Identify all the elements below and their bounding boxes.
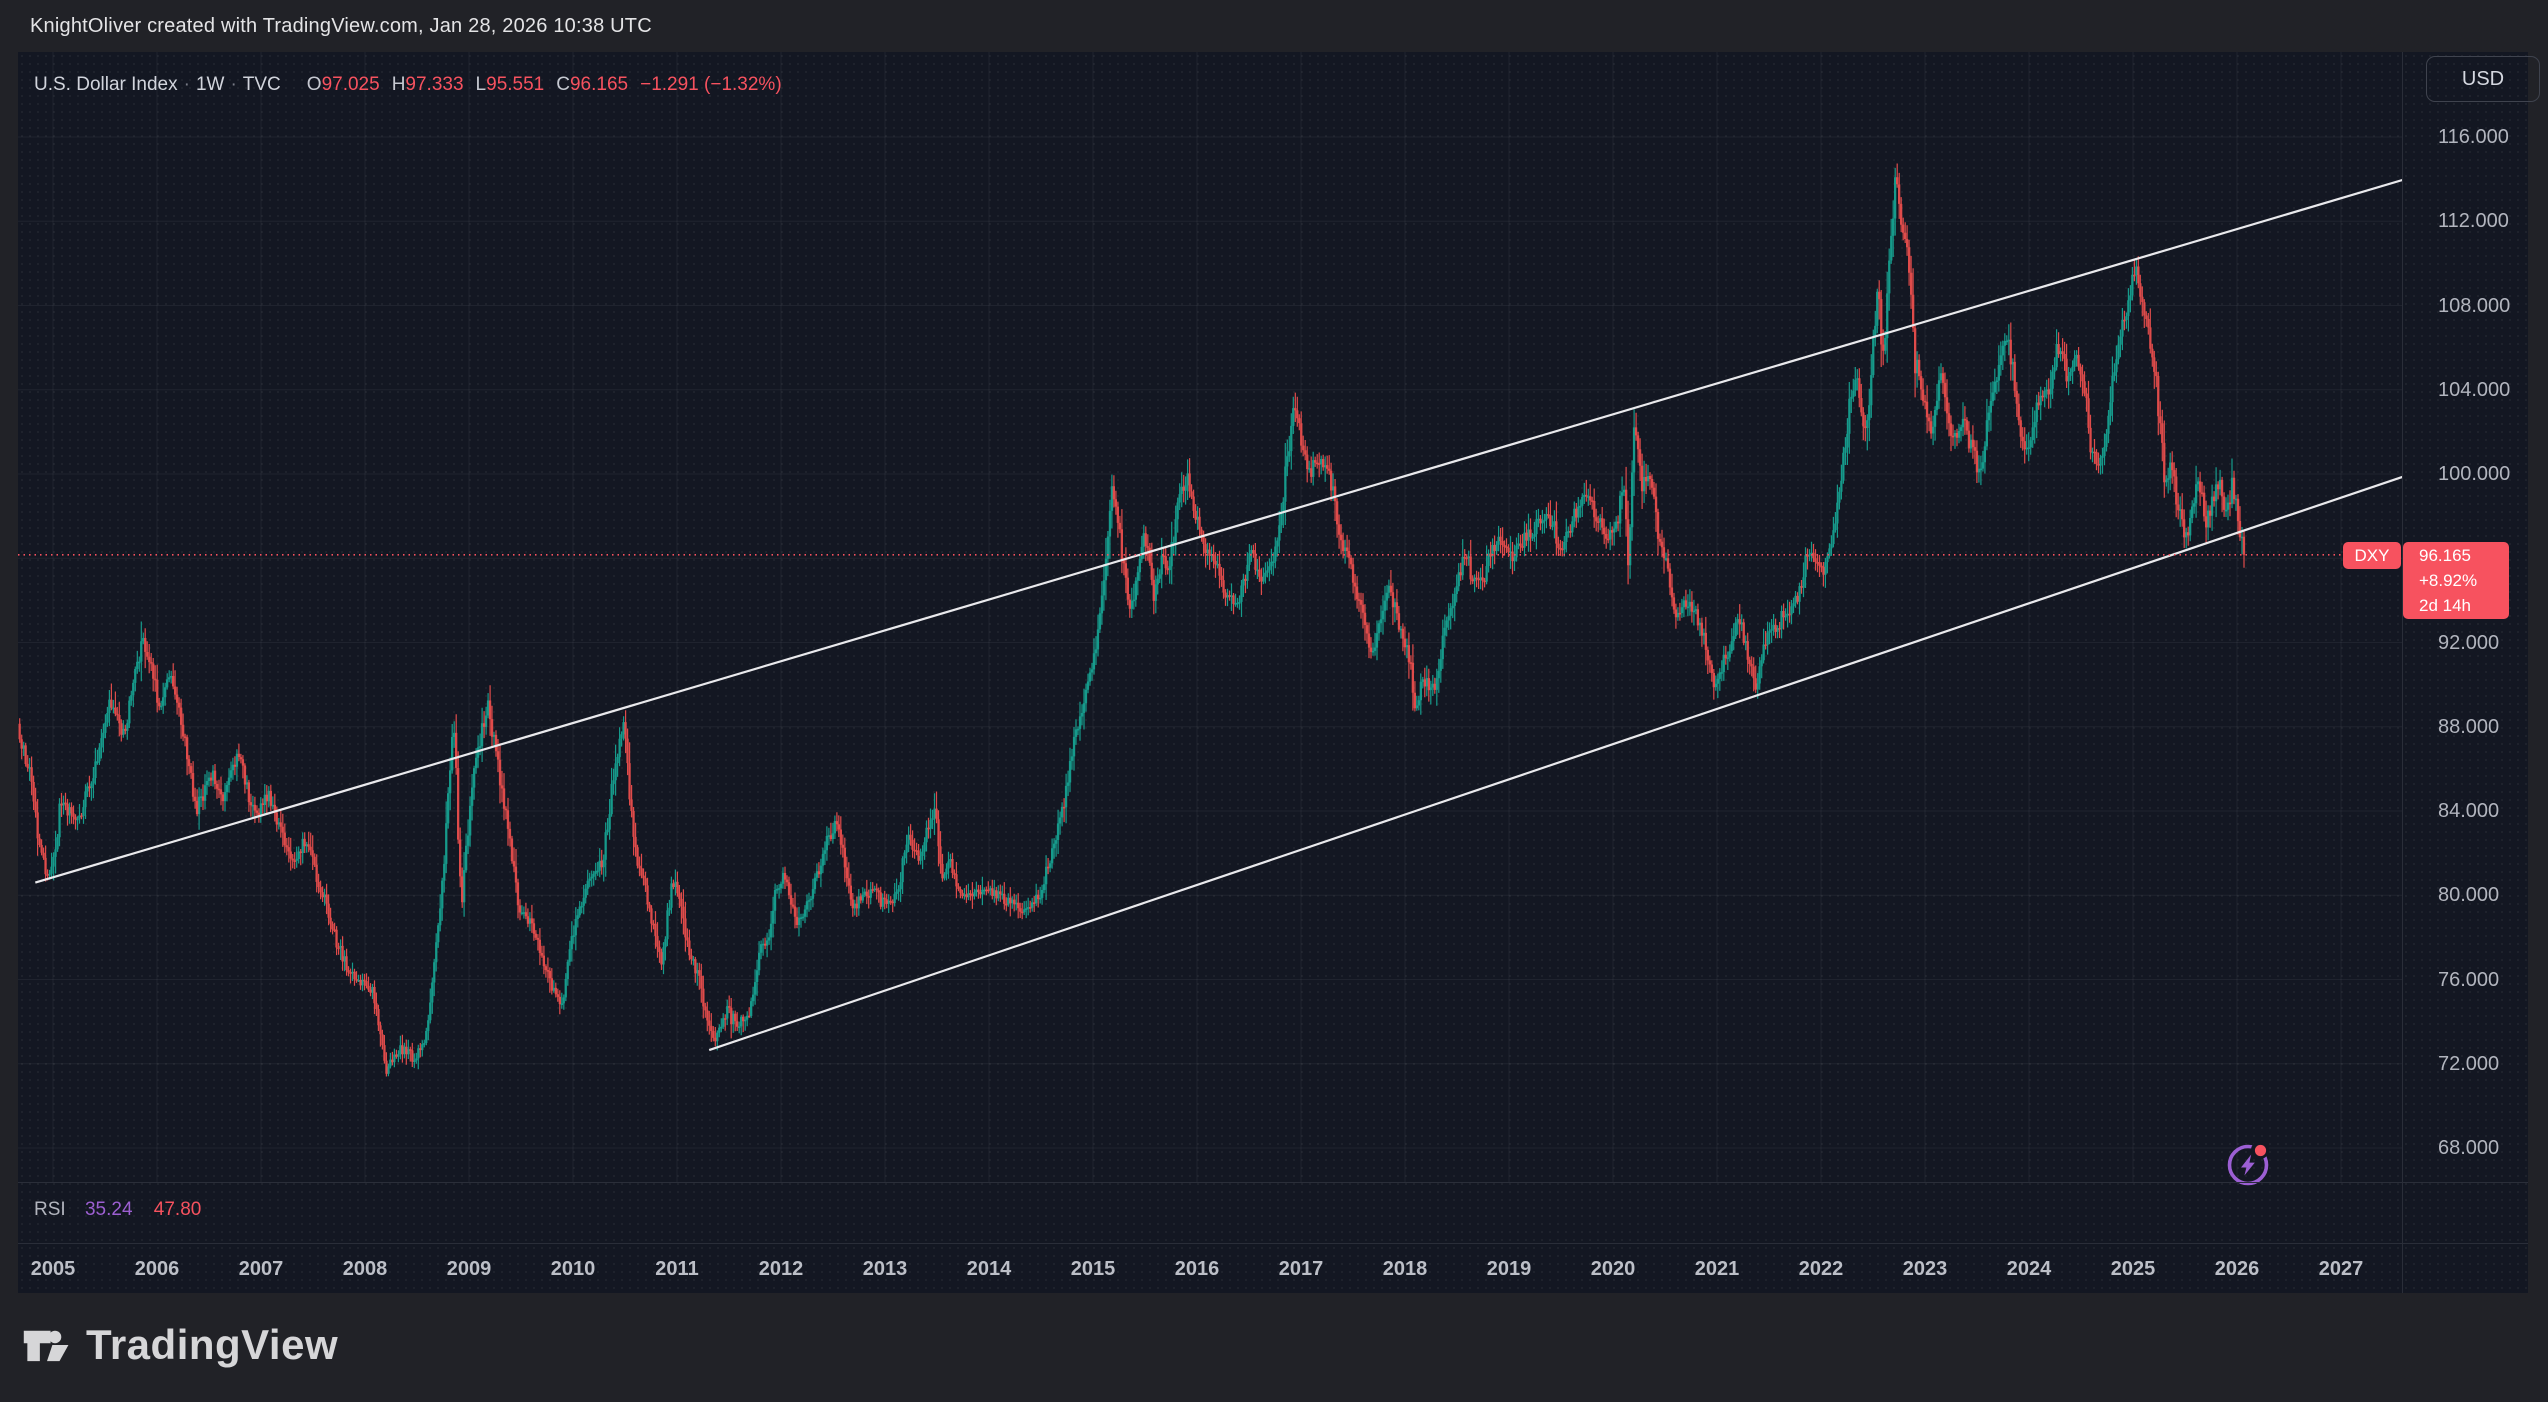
price-tick-label: 92.000 [2438, 629, 2499, 657]
year-tick-label: 2011 [637, 1244, 717, 1294]
price-pane[interactable]: U.S. Dollar Index·1W·TVCO97.025H97.333L9… [18, 52, 2402, 1182]
change-value: −1.291 (−1.32%) [640, 74, 782, 95]
chart-widget: U.S. Dollar Index·1W·TVCO97.025H97.333L9… [18, 52, 2528, 1293]
year-tick-label: 2017 [1261, 1244, 1341, 1294]
year-tick-label: 2014 [949, 1244, 1029, 1294]
footer-brand[interactable]: TradingView [22, 1320, 338, 1370]
year-tick-label: 2020 [1573, 1244, 1653, 1294]
price-axis[interactable]: USD 116.000112.000108.000104.000100.0009… [2402, 52, 2529, 1293]
open-key: O [307, 74, 322, 95]
price-chart-canvas[interactable] [18, 52, 2402, 1182]
year-tick-label: 2010 [533, 1244, 613, 1294]
open-value: 97.025 [322, 74, 380, 95]
rsi-ma-value: 47.80 [154, 1199, 202, 1220]
last-price-label: 96.165 +8.92% 2d 14h [2403, 542, 2509, 619]
last-price-value: 96.165 [2419, 543, 2509, 568]
year-tick-label: 2018 [1365, 1244, 1445, 1294]
rsi-pane[interactable]: RSI 35.24 47.80 [18, 1183, 2402, 1243]
attribution-text: KnightOliver created with TradingView.co… [30, 15, 652, 38]
close-key: C [556, 74, 570, 95]
tradingview-logo-icon [22, 1320, 72, 1370]
currency-usd-button[interactable]: USD [2426, 56, 2540, 102]
price-tick-label: 88.000 [2438, 713, 2499, 741]
close-value: 96.165 [570, 74, 628, 95]
legend-separator: · [230, 74, 236, 95]
year-tick-label: 2019 [1469, 1244, 1549, 1294]
year-tick-label: 2024 [1989, 1244, 2069, 1294]
symbol-price-tag: DXY [2343, 542, 2401, 569]
price-tick-label: 76.000 [2438, 966, 2499, 994]
year-tick-label: 2006 [117, 1244, 197, 1294]
exchange-label[interactable]: TVC [243, 74, 281, 95]
year-tick-label: 2013 [845, 1244, 925, 1294]
price-tick-label: 116.000 [2438, 123, 2509, 151]
year-tick-label: 2026 [2197, 1244, 2277, 1294]
legend-separator: · [184, 74, 190, 95]
price-tick-label: 108.000 [2438, 292, 2510, 320]
snapshot-page: KnightOliver created with TradingView.co… [0, 0, 2548, 1402]
last-price-change-pct: +8.92% [2419, 568, 2509, 593]
year-tick-label: 2016 [1157, 1244, 1237, 1294]
bar-countdown: 2d 14h [2419, 593, 2509, 618]
high-key: H [392, 74, 406, 95]
rsi-legend[interactable]: RSI 35.24 47.80 [34, 1199, 201, 1221]
low-value: 95.551 [486, 74, 544, 95]
year-tick-label: 2022 [1781, 1244, 1861, 1294]
year-tick-label: 2023 [1885, 1244, 1965, 1294]
year-tick-label: 2025 [2093, 1244, 2173, 1294]
year-tick-label: 2007 [221, 1244, 301, 1294]
rsi-label[interactable]: RSI [34, 1199, 66, 1220]
price-tick-label: 112.000 [2438, 207, 2509, 235]
rsi-value: 35.24 [85, 1199, 133, 1220]
year-tick-label: 2027 [2301, 1244, 2381, 1294]
year-tick-label: 2008 [325, 1244, 405, 1294]
price-tick-label: 100.000 [2438, 460, 2510, 488]
year-tick-label: 2005 [13, 1244, 93, 1294]
year-tick-label: 2015 [1053, 1244, 1133, 1294]
price-tick-label: 68.000 [2438, 1134, 2499, 1162]
year-tick-label: 2012 [741, 1244, 821, 1294]
year-tick-label: 2021 [1677, 1244, 1757, 1294]
symbol-legend[interactable]: U.S. Dollar Index·1W·TVCO97.025H97.333L9… [34, 74, 782, 96]
ohlc-values: O97.025 H97.333 L95.551 C96.165 [295, 74, 628, 95]
price-tick-label: 84.000 [2438, 797, 2499, 825]
high-value: 97.333 [405, 74, 463, 95]
price-tick-label: 72.000 [2438, 1050, 2499, 1078]
price-tick-label: 80.000 [2438, 881, 2499, 909]
symbol-title[interactable]: U.S. Dollar Index [34, 74, 178, 95]
low-key: L [476, 74, 487, 95]
interval-label[interactable]: 1W [196, 74, 225, 95]
year-tick-label: 2009 [429, 1244, 509, 1294]
time-axis[interactable]: 2005200620072008200920102011201220132014… [18, 1243, 2528, 1293]
brand-name: TradingView [86, 1321, 338, 1369]
price-tick-label: 104.000 [2438, 376, 2510, 404]
